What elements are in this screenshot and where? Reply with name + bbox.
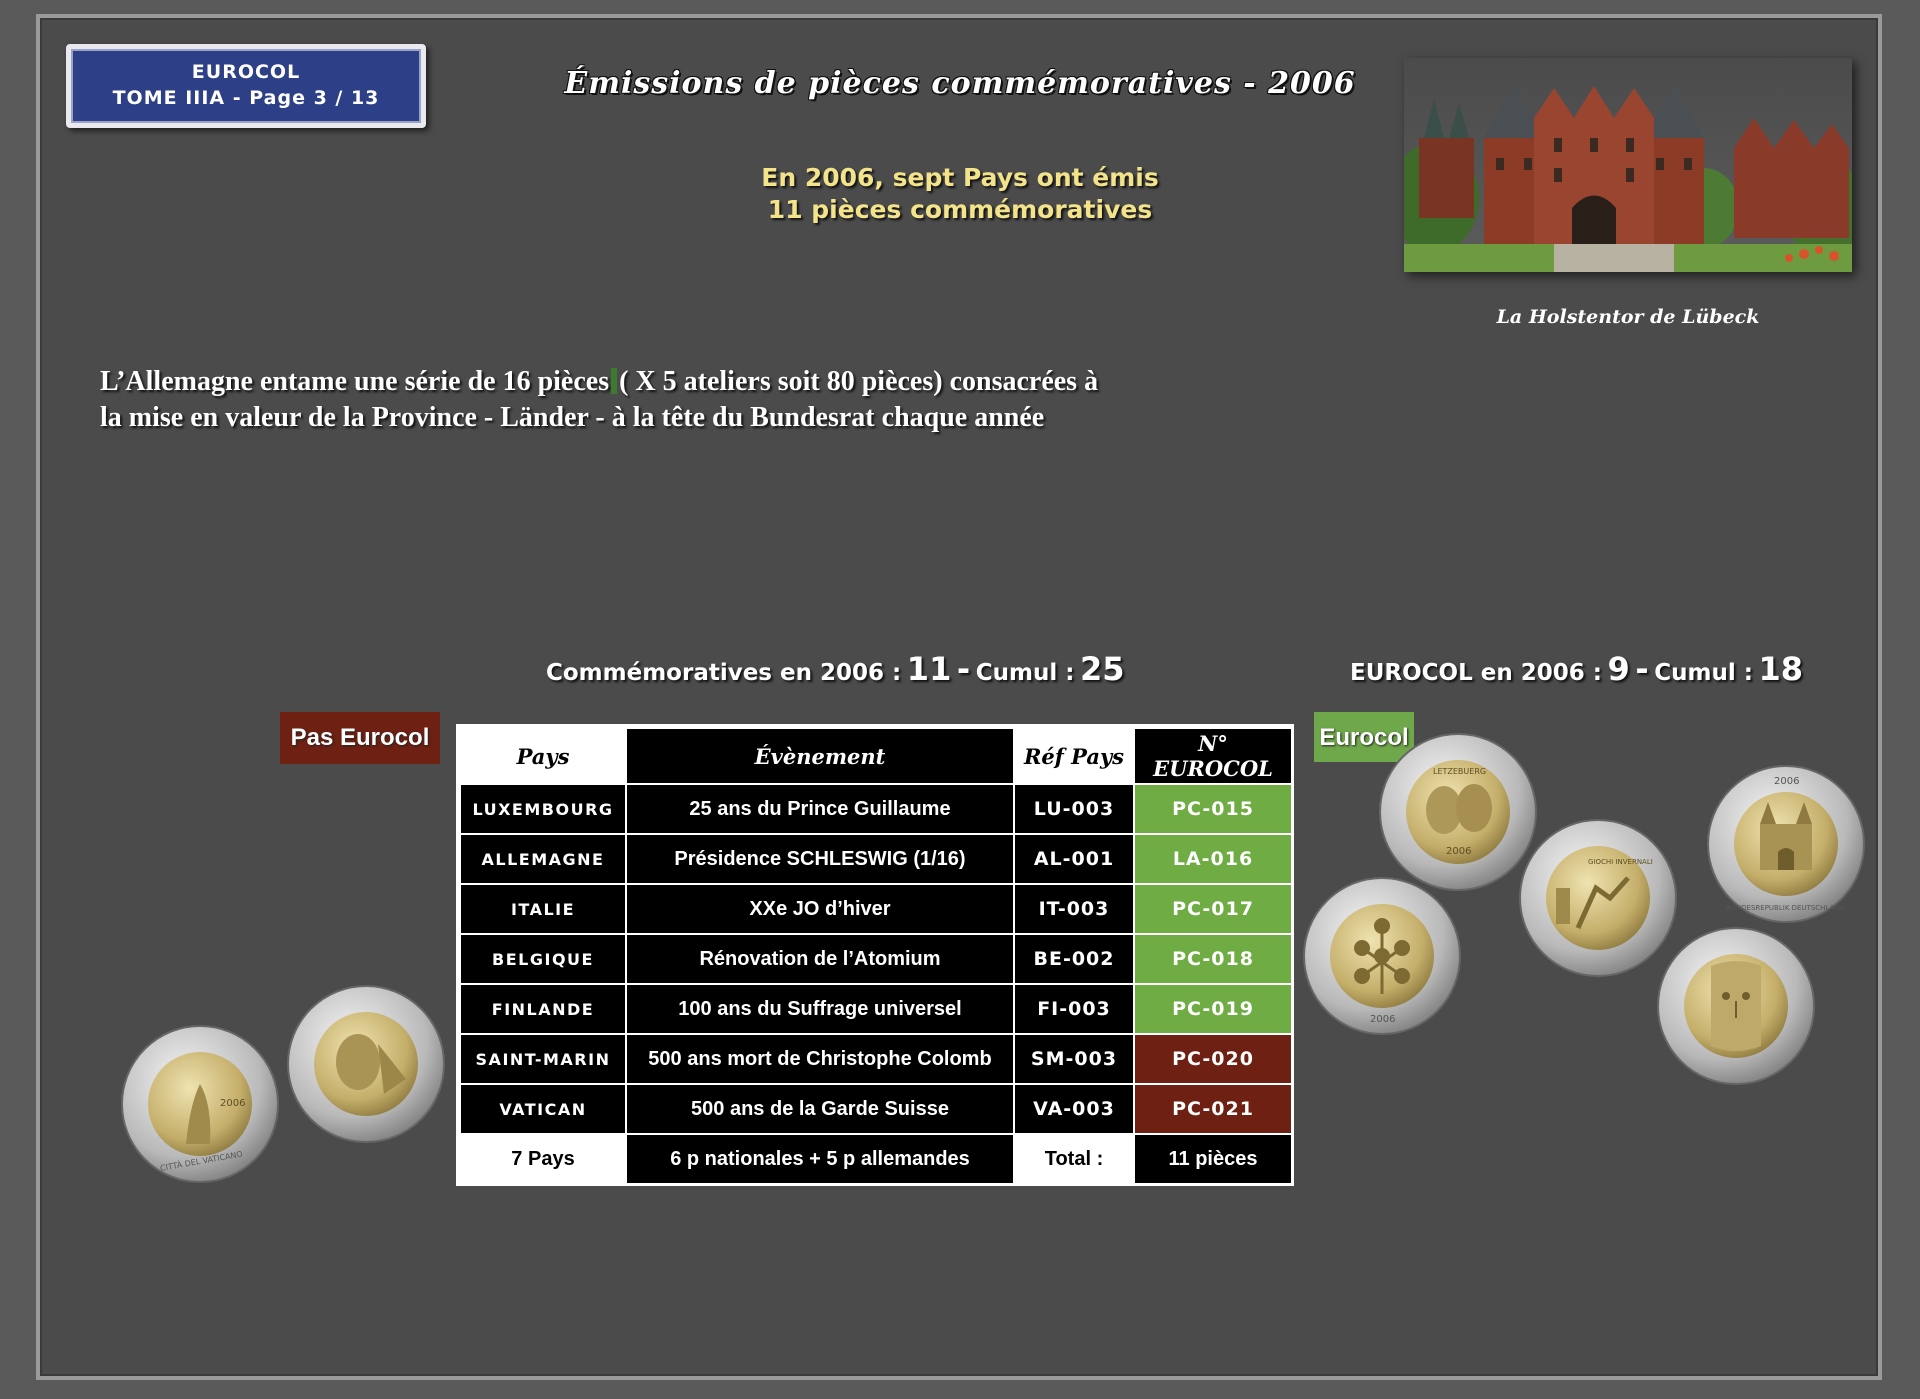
cell-event: Rénovation de l’Atomium	[625, 933, 1015, 985]
commemoratives-stat: Commémoratives en 2006 : 11 - Cumul : 25	[546, 650, 1125, 688]
photo-caption: La Holstentor de Lübeck	[1496, 306, 1760, 328]
cell-country: LUXEMBOURG	[459, 783, 627, 835]
italy-coin-text: GIOCHI INVERNALI	[1588, 858, 1653, 866]
footer-total-label: Total :	[1013, 1133, 1135, 1185]
cell-ref: BE-002	[1013, 933, 1135, 985]
page-subtitle: En 2006, sept Pays ont émis 11 pièces co…	[700, 162, 1220, 226]
page-title: Émissions de pièces commémoratives - 200…	[564, 66, 1356, 101]
table-row: VATICAN 500 ans de la Garde Suisse VA-00…	[459, 1083, 1293, 1135]
subtitle-line-2: 11 pièces commémoratives	[767, 195, 1153, 224]
luxembourg-coin: LETZEBUERG 2006	[1378, 732, 1538, 892]
holstentor-photo	[1404, 58, 1852, 272]
cell-event: 100 ans du Suffrage universel	[625, 983, 1015, 1035]
header-evenement: Évènement	[625, 727, 1015, 785]
comm-cumul-value: 25	[1080, 650, 1125, 688]
table-footer-row: 7 Pays 6 p nationales + 5 p allemandes T…	[459, 1133, 1293, 1185]
cell-ref: FI-003	[1013, 983, 1135, 1035]
table-row: SAINT-MARIN 500 ans mort de Christophe C…	[459, 1033, 1293, 1085]
table-row: ALLEMAGNE Présidence SCHLESWIG (1/16) AL…	[459, 833, 1293, 885]
cell-country: BELGIQUE	[459, 933, 627, 985]
cell-ref: VA-003	[1013, 1083, 1135, 1135]
cell-eurocol-number: PC-015	[1133, 783, 1293, 835]
cell-event: Présidence SCHLESWIG (1/16)	[625, 833, 1015, 885]
intro-line-1a: L’Allemagne entame une série de 16 pièce…	[100, 366, 610, 397]
tome-page-label: TOME IIIA - Page 3 / 13	[112, 87, 380, 109]
cell-event: 25 ans du Prince Guillaume	[625, 783, 1015, 835]
footer-country-count: 7 Pays	[459, 1133, 627, 1185]
footer-breakdown: 6 p nationales + 5 p allemandes	[625, 1133, 1015, 1185]
comm-dash: -	[956, 650, 971, 688]
eurocol-label: EUROCOL en 2006 :	[1350, 660, 1602, 686]
tome-collection-label: EUROCOL	[191, 61, 301, 83]
intro-line-1b: ( X 5 ateliers soit 80 pièces) consacrée…	[619, 366, 1099, 397]
table-header-row: Pays Évènement Réf Pays N° EUROCOL	[459, 727, 1293, 785]
header-ref-pays: Réf Pays	[1013, 727, 1135, 785]
comm-cumul-label: Cumul :	[975, 660, 1075, 686]
cell-ref: AL-001	[1013, 833, 1135, 885]
germany-coin-text: BUNDESREPUBLIK DEUTSCHLAND	[1726, 904, 1845, 912]
table-row: LUXEMBOURG 25 ans du Prince Guillaume LU…	[459, 783, 1293, 835]
comm-value: 11	[906, 650, 952, 688]
text-cursor-mark	[611, 368, 618, 394]
cell-country: ITALIE	[459, 883, 627, 935]
cell-country: ALLEMAGNE	[459, 833, 627, 885]
subtitle-line-1: En 2006, sept Pays ont émis	[761, 163, 1159, 192]
luxembourg-coin-year: 2006	[1446, 846, 1471, 857]
cell-eurocol-number: PC-018	[1133, 933, 1293, 985]
vatican-coin: 2006 CITTÀ DEL VATICANO	[120, 1024, 280, 1184]
cell-country: VATICAN	[459, 1083, 627, 1135]
table-row: BELGIQUE Rénovation de l’Atomium BE-002 …	[459, 933, 1293, 985]
belgium-coin-year: 2006	[1370, 1014, 1395, 1025]
intro-line-2: la mise en valeur de la Province - Lände…	[100, 402, 1045, 433]
cell-eurocol-number: PC-017	[1133, 883, 1293, 935]
cell-eurocol-number: PC-021	[1133, 1083, 1293, 1135]
eurocol-cumul-label: Cumul :	[1654, 660, 1753, 686]
eurocol-stat: EUROCOL en 2006 : 9 - Cumul : 18	[1350, 650, 1803, 688]
luxembourg-coin-text: LETZEBUERG	[1433, 767, 1486, 776]
eurocol-value: 9	[1607, 650, 1630, 688]
cell-event: 500 ans de la Garde Suisse	[625, 1083, 1015, 1135]
germany-coin-year: 2006	[1774, 776, 1799, 787]
cell-eurocol-number: LA-016	[1133, 833, 1293, 885]
header-eurocol-number: N° EUROCOL	[1133, 727, 1293, 785]
cell-ref: SM-003	[1013, 1033, 1135, 1085]
cell-ref: LU-003	[1013, 783, 1135, 835]
cell-eurocol-number: PC-020	[1133, 1033, 1293, 1085]
table-row: FINLANDE 100 ans du Suffrage universel F…	[459, 983, 1293, 1035]
belgium-coin: 2006	[1302, 876, 1462, 1036]
header-pays: Pays	[459, 727, 627, 785]
san-marino-coin	[286, 984, 446, 1144]
not-eurocol-tag: Pas Eurocol	[280, 712, 440, 764]
cell-event: 500 ans mort de Christophe Colomb	[625, 1033, 1015, 1085]
cell-event: XXe JO d’hiver	[625, 883, 1015, 935]
eurocol-cumul-value: 18	[1758, 650, 1804, 688]
footer-total-value: 11 pièces	[1133, 1133, 1293, 1185]
commemoratives-table: Pays Évènement Réf Pays N° EUROCOL LUXEM…	[456, 724, 1294, 1186]
cell-country: FINLANDE	[459, 983, 627, 1035]
italy-coin: GIOCHI INVERNALI	[1518, 818, 1678, 978]
eurocol-dash: -	[1635, 650, 1649, 688]
intro-line-1: L’Allemagne entame une série de 16 pièce…	[100, 364, 1160, 400]
tome-page-badge: EUROCOL TOME IIIA - Page 3 / 13	[66, 44, 426, 128]
germany-coin: 2006 BUNDESREPUBLIK DEUTSCHLAND	[1706, 764, 1866, 924]
finland-coin	[1656, 926, 1816, 1086]
cell-country: SAINT-MARIN	[459, 1033, 627, 1085]
table-row: ITALIE XXe JO d’hiver IT-003 PC-017	[459, 883, 1293, 935]
comm-label: Commémoratives en 2006 :	[546, 660, 902, 686]
cell-ref: IT-003	[1013, 883, 1135, 935]
intro-text: L’Allemagne entame une série de 16 pièce…	[100, 364, 1160, 436]
vatican-coin-year: 2006	[220, 1098, 245, 1109]
cell-eurocol-number: PC-019	[1133, 983, 1293, 1035]
